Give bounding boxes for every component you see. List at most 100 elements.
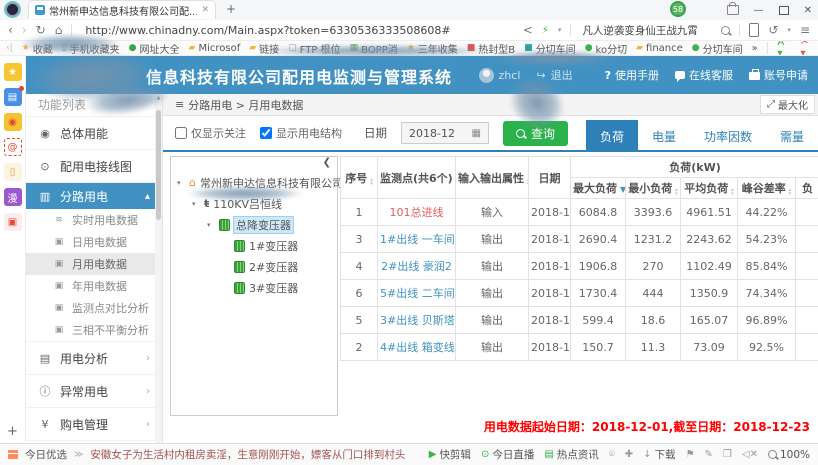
status-link-1[interactable]: ▶快剪辑 (429, 447, 471, 462)
download-button[interactable]: ↓下载 (643, 447, 675, 462)
menu-item[interactable]: ▥分路用电▴ (26, 182, 162, 209)
show-structure-checkbox[interactable]: 显示用电结构 (260, 125, 342, 141)
status-link-3[interactable]: ▤热点资讯 (544, 447, 598, 462)
search-input[interactable] (580, 23, 712, 37)
tab-功率因数[interactable]: 功率因数 (690, 120, 766, 152)
browser-logo-icon[interactable] (4, 1, 21, 18)
sort-icon[interactable]: ▴▾ (789, 188, 792, 196)
query-button[interactable]: 查询 (503, 121, 568, 146)
collapse-bookmarks-icon[interactable]: ‹| (6, 43, 13, 53)
sort-icon[interactable]: ▴▾ (731, 188, 734, 196)
back-icon[interactable]: ‹ (8, 23, 13, 37)
tab-需量[interactable]: 需量 (766, 120, 818, 152)
scissors-icon[interactable]: ✂ ▾ (800, 41, 809, 56)
bookmark-item[interactable]: ■热封型B (467, 41, 515, 56)
column-header[interactable]: 输入输出属性▴▾ (456, 157, 529, 199)
screenshot-icon[interactable]: @ (4, 138, 22, 156)
new-tab-button[interactable]: + (226, 2, 236, 16)
notebook-icon[interactable]: ▯ (4, 163, 22, 181)
browser-tab[interactable]: 常州新申达信息科技有限公司配... ✕ (28, 0, 216, 19)
cell-point-link[interactable]: 2#出线 豪润2 (378, 253, 456, 280)
cell-point-link[interactable]: 5#出线 二车间 (378, 280, 456, 307)
menu-item[interactable]: ▤用电分析› (26, 341, 162, 374)
breadcrumb-menu-icon[interactable]: ≡ (175, 98, 184, 111)
submenu-item[interactable]: ▣月用电数据 (26, 253, 162, 275)
show-structure-input[interactable] (260, 127, 272, 139)
header-link-question[interactable]: ?使用手册 (605, 67, 659, 83)
games-icon[interactable]: ▣ (4, 213, 22, 231)
caret-down-icon[interactable]: ▾ (177, 179, 185, 187)
cell-point-link[interactable]: 1#出线 一车间 (378, 226, 456, 253)
menu-item[interactable]: ⊙配用电接线图 (26, 149, 162, 182)
flag-icon[interactable]: ⚑ (686, 449, 695, 460)
submenu-item[interactable]: ▣日用电数据 (26, 231, 162, 253)
cell-point-link[interactable]: 101总进线 (378, 199, 456, 226)
bookmark-item[interactable]: ■分切车间 (524, 41, 576, 56)
sort-icon[interactable]: ▴▾ (370, 178, 373, 186)
user-info[interactable]: zhcl (479, 68, 521, 83)
column-header[interactable]: 峰谷差率▴▾ (738, 178, 796, 199)
column-header[interactable]: 监测点(共6个)▴▾ (378, 157, 456, 199)
sort-icon[interactable]: ▴▾ (675, 188, 678, 196)
logout-button[interactable]: ↪ 退出 (536, 67, 572, 83)
minimize-button[interactable]: — (754, 5, 764, 16)
maximize-view-button[interactable]: ⤢ 最大化 (760, 95, 815, 114)
bookmark-item[interactable]: ▢FTP 根位 (288, 41, 340, 56)
bookmark-item[interactable]: ●分切车间 (692, 41, 743, 56)
tree-collapse-button[interactable]: ❮ (171, 157, 337, 172)
caret-down-icon[interactable]: ▾ (207, 221, 215, 229)
header-link-briefcase[interactable]: 账号申请 (749, 67, 808, 83)
share-icon[interactable]: < (523, 23, 533, 37)
tree-node[interactable]: ▾ŧ110KV吕恒线 (171, 193, 337, 214)
bookmark-item[interactable]: ●ko分切 (585, 41, 627, 56)
home-icon[interactable]: ⌂ (55, 23, 63, 37)
scroll-up-icon[interactable]: ▲ (155, 94, 162, 102)
forward-icon[interactable]: › (22, 23, 27, 37)
cell-point-link[interactable]: 4#出线 箱变线4 (378, 334, 456, 361)
submenu-item[interactable]: ▣年用电数据 (26, 275, 162, 297)
submenu-item[interactable]: ▣监测点对比分析 (26, 297, 162, 319)
menu-scrollbar[interactable]: ▲ (155, 94, 162, 443)
plugin-icon[interactable]: ✚ (625, 449, 633, 460)
column-header[interactable]: 最大负荷▼ (571, 178, 626, 199)
window-icon[interactable]: ❐ (723, 449, 732, 460)
submenu-item[interactable]: ≋实时用电数据 (26, 209, 162, 231)
accelerate-icon[interactable]: ⚡ (542, 25, 549, 36)
bookmark-item[interactable]: ▯手机收藏夹 (62, 41, 120, 56)
only-follow-input[interactable] (175, 127, 187, 139)
date-input[interactable]: 2018-12 ▦ (401, 122, 489, 144)
header-link-chat[interactable]: 在线客服 (675, 67, 733, 83)
news-ticker[interactable]: 安徽女子为生活村内租房卖淫，生意刚刚开始，嫖客从门口排到村头 (90, 447, 405, 462)
app-market-icon[interactable] (727, 5, 739, 15)
bookmark-item[interactable]: » (752, 43, 758, 54)
menu-item[interactable]: ⓘ异常用电› (26, 374, 162, 407)
tab-电量[interactable]: 电量 (638, 120, 690, 152)
edit-icon[interactable]: ✎ (705, 449, 713, 460)
column-header[interactable]: 平均负荷▴▾ (681, 178, 738, 199)
daily-picks-label[interactable]: 今日优选 (25, 447, 67, 462)
tab-close-icon[interactable]: ✕ (201, 5, 209, 15)
caret-down-icon[interactable]: ▾ (192, 200, 200, 208)
favorites-icon[interactable]: ★ (4, 63, 22, 81)
tree-node[interactable]: 3#变压器 (171, 277, 337, 298)
close-button[interactable]: ✕ (804, 5, 812, 16)
bookmark-item[interactable]: ▰Microsof (189, 43, 241, 54)
bookmark-item[interactable]: ▦BOPP消 (350, 41, 398, 56)
add-sidebar-app-button[interactable]: + (0, 424, 25, 439)
bookmark-item[interactable]: ▰链接 (249, 41, 279, 56)
tree-node[interactable]: 1#变压器 (171, 235, 337, 256)
scroll-thumb[interactable] (156, 110, 161, 220)
tree-node[interactable]: ▾⌂常州新申达信息科技有限公司 (171, 172, 337, 193)
column-header[interactable]: 最小负荷▴▾ (626, 178, 681, 199)
calendar-icon[interactable]: ▦ (472, 128, 481, 139)
bookmark-item[interactable]: ★三年收集 (407, 41, 458, 56)
status-link-2[interactable]: ⊙今日直播 (481, 447, 534, 462)
tree-node[interactable]: 2#变压器 (171, 256, 337, 277)
column-header[interactable]: 日期 (529, 157, 571, 199)
manga-icon[interactable]: 漫 (4, 188, 22, 206)
search-icon[interactable] (721, 26, 730, 35)
zoom-control[interactable]: 100% (768, 449, 810, 461)
bookmark-item[interactable]: ●网址大全 (129, 41, 180, 56)
only-follow-checkbox[interactable]: 仅显示关注 (175, 125, 246, 141)
submenu-item[interactable]: ▣三相不平衡分析 (26, 319, 162, 341)
